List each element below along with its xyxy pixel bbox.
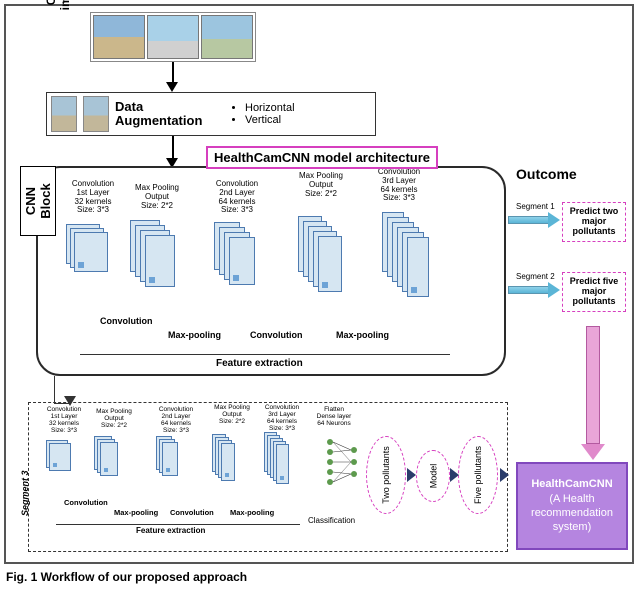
outcome-arrow-1: [508, 212, 550, 228]
oval-two-label: Two pollutants: [381, 446, 391, 504]
aug-item-vertical: Vertical: [245, 114, 295, 126]
chevron-2: [450, 468, 459, 482]
outcome-arrow-2: [508, 282, 550, 298]
s3-op-mp2: Max-pooling: [230, 508, 274, 517]
s3-mp2: Max Pooling Output Size: 2*2: [210, 404, 254, 425]
s3-op-conv2: Convolution: [170, 508, 214, 517]
aug-item-horizontal: Horizontal: [245, 102, 295, 114]
final-subtitle: (A Health recommendation system): [522, 492, 622, 535]
final-healthcamcnn-box: HealthCamCNN (A Health recommendation sy…: [516, 462, 628, 550]
segment-3-label: Segment 3: [20, 470, 30, 516]
feature-line: [80, 354, 450, 355]
conv1-label: Convolution 1st Layer 32 kernels Size: 3…: [66, 180, 120, 215]
arrow-shaft-2: [172, 136, 174, 158]
augmentation-list: Horizontal Vertical: [231, 102, 295, 126]
arrow-head: [166, 82, 178, 92]
op-mp-2: Max-pooling: [336, 330, 389, 340]
feature-label: Feature extraction: [216, 358, 303, 369]
final-title: HealthCamCNN: [522, 477, 622, 491]
caption-text: Fig. 1 Workflow of our proposed approach: [6, 570, 247, 584]
op-mp-1: Max-pooling: [168, 330, 221, 340]
conv2-label: Convolution 2nd Layer 64 kernels Size: 3…: [210, 180, 264, 215]
captured-label: Captured image data: [44, 0, 72, 14]
figure-caption: Fig. 1 Workflow of our proposed approach: [6, 570, 634, 584]
chevron-1: [407, 468, 416, 482]
workflow-diagram: Captured image data Data Augmentation Ho…: [4, 4, 634, 564]
s3-dense-layer: [324, 436, 364, 495]
predict-two-box: Predict two major pollutants: [562, 202, 626, 242]
segment-1-label: Segment 1: [516, 202, 555, 211]
s3-conv3: Convolution 3rd Layer 64 kernels Size: 3…: [260, 404, 304, 433]
conv3-label: Convolution 3rd Layer 64 kernels Size: 3…: [372, 168, 426, 203]
arrow-shaft: [172, 62, 174, 82]
oval-two: Two pollutants: [366, 436, 406, 514]
op-conv-1: Convolution: [100, 316, 153, 326]
thumb-1: [93, 15, 145, 59]
s3-conv1: Convolution 1st Layer 32 kernels Size: 3…: [42, 406, 86, 435]
thumb-2: [147, 15, 199, 59]
mp1-label: Max Pooling Output Size: 2*2: [130, 184, 184, 210]
augmentation-box: Data Augmentation Horizontal Vertical: [46, 92, 376, 136]
mp2-label: Max Pooling Output Size: 2*2: [294, 172, 348, 198]
s3-op-mp1: Max-pooling: [114, 508, 158, 517]
model-header: HealthCamCNN model architecture: [206, 146, 438, 169]
s3-flatten: Flatten Dense layer 64 Neurons: [312, 406, 356, 427]
aug-thumb-1: [51, 96, 77, 132]
oval-five: Five pollutants: [458, 436, 498, 514]
outcome-label: Outcome: [516, 166, 577, 182]
augmentation-title: Data Augmentation: [115, 100, 225, 129]
oval-five-label: Five pollutants: [473, 446, 483, 504]
oval-model-label: Model: [428, 464, 438, 489]
s3-op-conv1: Convolution: [64, 498, 108, 507]
s3-classification: Classification: [308, 516, 355, 525]
s3-conv2: Convolution 2nd Layer 64 kernels Size: 3…: [154, 406, 198, 435]
chevron-3: [500, 468, 509, 482]
predict-five-box: Predict five major pollutants: [562, 272, 626, 312]
s3-feature-label: Feature extraction: [136, 526, 205, 535]
cnn-block-label: CNN Block: [20, 166, 56, 236]
thumb-3: [201, 15, 253, 59]
oval-model: Model: [416, 450, 450, 502]
s3-feature-line: [56, 524, 300, 525]
captured-images: [90, 12, 256, 62]
s3-mp1: Max Pooling Output Size: 2*2: [92, 408, 136, 429]
segment-2-label: Segment 2: [516, 272, 555, 281]
op-conv-2: Convolution: [250, 330, 303, 340]
aug-thumb-2: [83, 96, 109, 132]
